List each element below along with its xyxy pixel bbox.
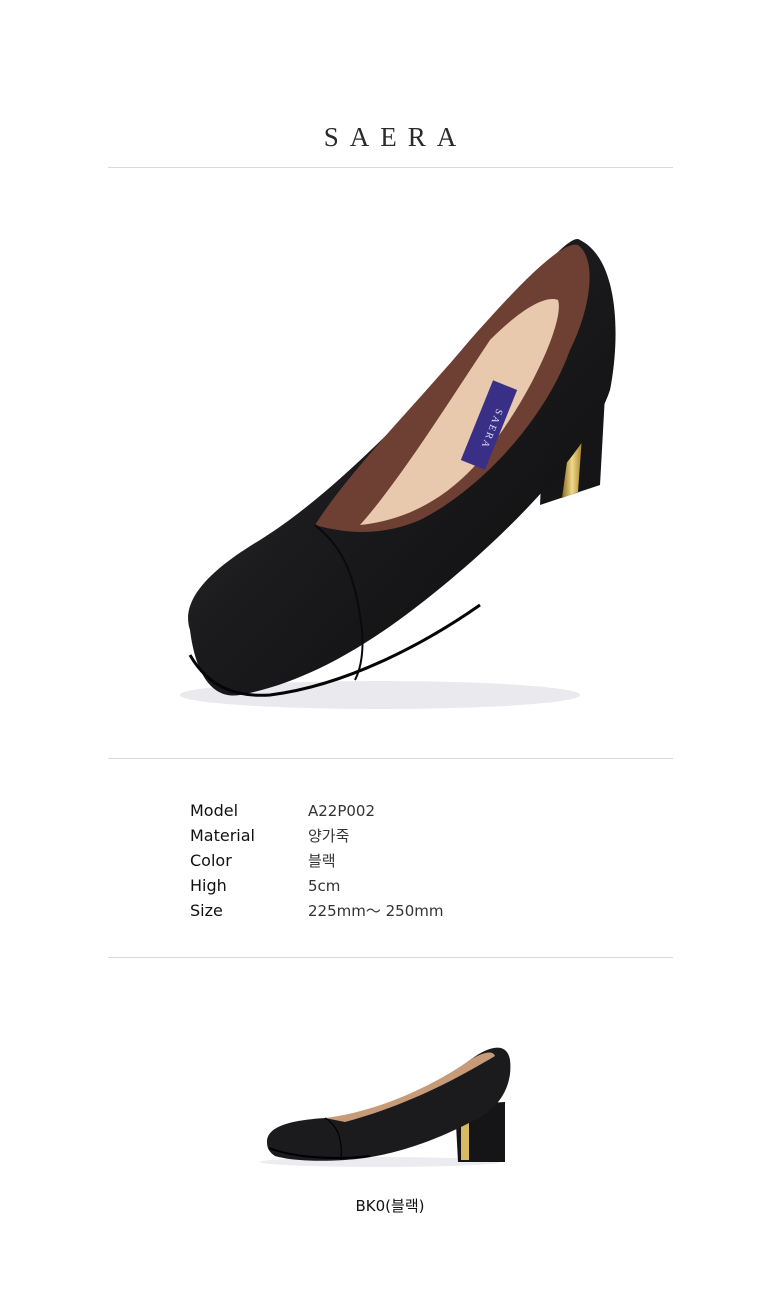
variant-thumbnail [260, 1047, 511, 1167]
spec-value: 225mm～ 250mm [308, 902, 444, 920]
divider-middle [108, 758, 673, 759]
spec-label: Size [190, 901, 223, 920]
spec-label: Model [190, 801, 239, 820]
spec-row-high: High 5cm [190, 873, 443, 898]
spec-label: Material [190, 826, 255, 845]
spec-row-color: Color 블랙 [190, 848, 443, 873]
spec-value: A22P002 [308, 801, 376, 820]
product-hero-image: SAERA [180, 238, 616, 709]
divider-bottom [108, 957, 673, 958]
variant-label: BK0(블랙) [355, 1197, 425, 1215]
spec-label: Color [190, 851, 232, 870]
spec-value: 5cm [308, 876, 341, 895]
brand-logo: SAERA [323, 122, 468, 152]
spec-table: Model A22P002 Material 양가죽 Color 블랙 High… [190, 798, 443, 923]
divider-top [108, 167, 673, 168]
spec-row-material: Material 양가죽 [190, 823, 443, 848]
spec-row-model: Model A22P002 [190, 798, 443, 823]
spec-value: 양가죽 [308, 827, 350, 845]
spec-label: High [190, 876, 227, 895]
spec-row-size: Size 225mm～ 250mm [190, 898, 443, 923]
spec-value: 블랙 [308, 852, 336, 870]
